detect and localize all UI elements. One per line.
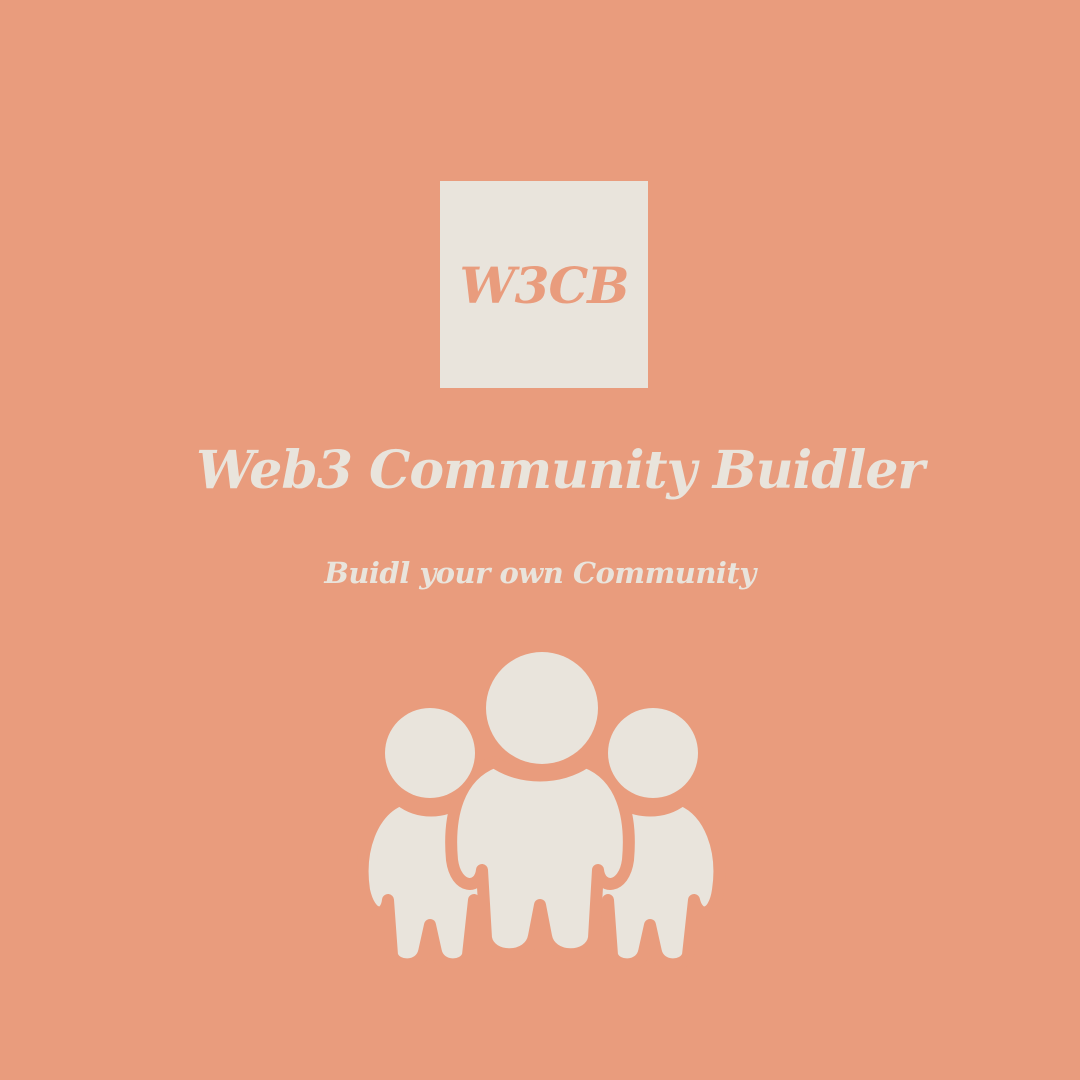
- page-subtitle: Buidl your own Community: [324, 556, 756, 590]
- page: W3CB Web3 Community Buidler Buidl your o…: [0, 0, 1080, 1080]
- logo: W3CB: [440, 181, 648, 388]
- community-people-icon: [356, 652, 726, 970]
- logo-text: W3CB: [459, 256, 630, 315]
- page-title: Web3 Community Buidler: [196, 440, 925, 501]
